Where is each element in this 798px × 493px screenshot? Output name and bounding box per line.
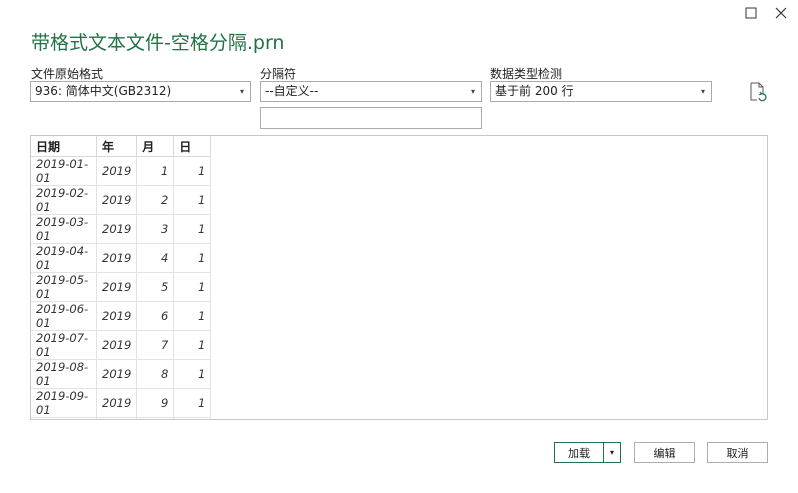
table-row: 2019-09-01 2019 9 1: [31, 388, 212, 418]
cell-day: 1: [173, 388, 212, 418]
cell-year: 2019: [96, 185, 138, 215]
cell-day: 1: [173, 156, 212, 186]
table-header-row: 日期 年 月 日: [31, 136, 212, 157]
chevron-down-icon: ▾: [700, 87, 705, 96]
cell-month: 1: [136, 156, 175, 186]
type-detection-value: 基于前 200 行: [495, 84, 574, 98]
cell-date: 2019-10-01: [31, 417, 97, 419]
cell-date: 2019-07-01: [31, 330, 97, 360]
cell-day: 1: [173, 301, 212, 331]
cell-date: 2019-04-01: [31, 243, 97, 273]
cell-date: 2019-09-01: [31, 388, 97, 418]
maximize-button[interactable]: [740, 4, 762, 22]
table-row: 2019-10-012019101: [31, 417, 212, 419]
cell-month: 3: [136, 214, 175, 244]
cell-date: 2019-02-01: [31, 185, 97, 215]
cell-day: 1: [173, 330, 212, 360]
cell-year: 2019: [96, 359, 138, 389]
table-row: 2019-02-01 2019 2 1: [31, 185, 212, 215]
cell-year: 2019: [96, 301, 138, 331]
cell-year: 2019: [96, 272, 138, 302]
file-origin-select[interactable]: 936: 简体中文(GB2312) ▾: [30, 81, 251, 102]
cell-year: 2019: [96, 156, 138, 186]
cell-month: 6: [136, 301, 175, 331]
data-preview-panel: 日期 年 月 日 2019-01-01 2019 1 1 2019-02-01 2019 2…: [30, 135, 768, 420]
cell-date: 2019-01-01: [31, 156, 97, 186]
chevron-down-icon: ▾: [609, 448, 614, 457]
table-row: 2019-03-01 2019 3 1: [31, 214, 212, 244]
cell-year: 2019: [96, 243, 138, 273]
load-options-button[interactable]: ▾: [603, 442, 621, 463]
table-row: 2019-04-01 2019 4 1: [31, 243, 212, 273]
table-row: 2019-07-01 2019 7 1: [31, 330, 212, 360]
cell-month: 7: [136, 330, 175, 360]
file-origin-value: 936: 简体中文(GB2312): [35, 84, 172, 98]
cell-date: 2019-03-01: [31, 214, 97, 244]
cell-year: 2019: [96, 388, 138, 418]
load-button[interactable]: 加载: [554, 442, 603, 463]
delimiter-value: --自定义--: [265, 84, 319, 98]
column-header-date: 日期: [31, 136, 97, 157]
chevron-down-icon: ▾: [239, 87, 244, 96]
custom-delimiter-input[interactable]: [260, 107, 482, 129]
file-origin-label: 文件原始格式: [31, 67, 104, 81]
close-button[interactable]: [770, 4, 792, 22]
refresh-preview-button[interactable]: [749, 82, 767, 102]
column-header-month: 月: [136, 136, 175, 157]
edit-button[interactable]: 编辑: [634, 442, 695, 463]
column-header-day: 日: [173, 136, 212, 157]
table-row: 2019-01-01 2019 1 1: [31, 156, 212, 186]
cell-day: 1: [173, 185, 212, 215]
cell-day: 1: [173, 243, 212, 273]
cell-month: 9: [136, 388, 175, 418]
dialog-title: 带格式文本文件-空格分隔.prn: [31, 32, 285, 54]
type-detection-select[interactable]: 基于前 200 行 ▾: [490, 81, 712, 102]
maximize-icon: [745, 7, 757, 19]
cell-month: 2: [136, 185, 175, 215]
refresh-file-icon: [750, 82, 767, 102]
cell-year: 2019: [96, 417, 138, 419]
cell-date: 2019-05-01: [31, 272, 97, 302]
table-row: 2019-05-01 2019 5 1: [31, 272, 212, 302]
cell-month: 5: [136, 272, 175, 302]
delimiter-select[interactable]: --自定义-- ▾: [260, 81, 482, 102]
cell-year: 2019: [96, 330, 138, 360]
cell-month: 4: [136, 243, 175, 273]
column-header-year: 年: [96, 136, 138, 157]
chevron-down-icon: ▾: [470, 87, 475, 96]
close-icon: [775, 7, 787, 19]
cell-month: 8: [136, 359, 175, 389]
cell-day: 1: [173, 359, 212, 389]
cell-day: 1: [173, 272, 212, 302]
table-row: 2019-08-01 2019 8 1: [31, 359, 212, 389]
cancel-button[interactable]: 取消: [707, 442, 768, 463]
table-row: 2019-06-01 2019 6 1: [31, 301, 212, 331]
cell-day: 1: [173, 417, 212, 419]
cell-date: 2019-08-01: [31, 359, 97, 389]
type-detection-label: 数据类型检测: [490, 67, 563, 81]
cell-month: 10: [136, 417, 175, 419]
cell-year: 2019: [96, 214, 138, 244]
cell-day: 1: [173, 214, 212, 244]
preview-table: 日期 年 月 日 2019-01-01 2019 1 1 2019-02-01 2019 2…: [31, 136, 212, 419]
cell-date: 2019-06-01: [31, 301, 97, 331]
delimiter-label: 分隔符: [260, 67, 297, 81]
